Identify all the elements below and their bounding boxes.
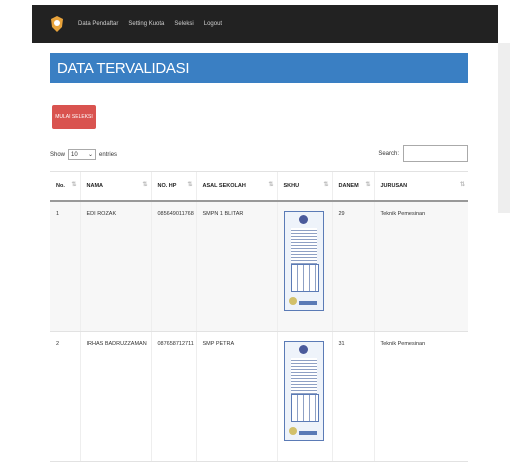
cell-skhu: [276, 331, 332, 462]
cell-danem: 31: [331, 331, 374, 462]
table-header-row: No. ⇅ NAMA ⇅ NO. HP ⇅ ASAL SEKOLAH ⇅ SKHU ⇅ D…: [50, 171, 468, 202]
header-label: NAMA: [86, 183, 104, 189]
nav-seleksi[interactable]: Seleksi: [174, 21, 193, 27]
nav-setting-kuota[interactable]: Setting Kuota: [128, 21, 164, 27]
cell-jurusan: Teknik Pemesinan: [373, 201, 468, 332]
skhu-document-thumbnail[interactable]: [283, 341, 324, 441]
cell-no: 1: [50, 201, 80, 332]
data-table: No. ⇅ NAMA ⇅ NO. HP ⇅ ASAL SEKOLAH ⇅ SKHU ⇅ D…: [50, 171, 468, 462]
nav-data-pendaftar[interactable]: Data Pendaftar: [78, 21, 118, 27]
table-controls: Show 10 ⌄ entries Search:: [50, 145, 468, 165]
search-label: Search:: [378, 150, 399, 157]
page-title: DATA TERVALIDASI: [50, 53, 468, 83]
cell-jurusan: Teknik Pemesinan: [373, 331, 468, 462]
cell-no-hp: 085649011768: [150, 201, 196, 332]
header-label: ASAL SEKOLAH: [202, 183, 246, 189]
header-label: NO. HP: [157, 183, 177, 189]
search-input[interactable]: [403, 145, 468, 162]
entries-label: entries: [99, 151, 118, 158]
header-skhu[interactable]: SKHU ⇅: [276, 171, 332, 202]
crest-icon: [298, 345, 308, 354]
header-no-hp[interactable]: NO. HP ⇅: [150, 171, 196, 202]
cell-nama: IRHAS BADRUZZAMAN: [79, 331, 151, 462]
chevron-down-icon: ⌄: [87, 152, 94, 158]
header-jurusan[interactable]: JURUSAN ⇅: [373, 171, 468, 202]
sort-icon: ⇅: [365, 182, 370, 188]
header-label: No.: [56, 183, 65, 189]
header-nama[interactable]: NAMA ⇅: [79, 171, 151, 202]
sort-icon: ⇅: [71, 182, 76, 188]
cell-asal-sekolah: SMPN 1 BLITAR: [195, 201, 277, 332]
cell-no-hp: 087658712711: [150, 331, 196, 462]
sort-icon: ⇅: [268, 182, 273, 188]
show-label: Show: [50, 151, 66, 158]
school-logo-icon: [51, 16, 63, 32]
cell-danem: 29: [331, 201, 374, 332]
header-label: JURUSAN: [380, 183, 408, 189]
main-content: DATA TERVALIDASI MULAI SELEKSI Show 10 ⌄…: [50, 53, 468, 462]
cell-skhu: [276, 201, 332, 332]
header-danem[interactable]: DANEM ⇅: [331, 171, 374, 202]
table-row: 2 IRHAS BADRUZZAMAN 087658712711 SMP PET…: [50, 331, 468, 462]
crest-icon: [298, 215, 308, 224]
entries-value: 10: [71, 151, 78, 158]
sort-icon: ⇅: [187, 182, 192, 188]
seal-icon: [288, 297, 297, 305]
table-row: 1 EDI ROZAK 085649011768 SMPN 1 BLITAR 2…: [50, 201, 468, 332]
sort-icon: ⇅: [323, 182, 328, 188]
mulai-seleksi-button[interactable]: MULAI SELEKSI: [52, 105, 96, 129]
nav-logout[interactable]: Logout: [204, 21, 222, 27]
header-no[interactable]: No. ⇅: [50, 171, 80, 202]
entries-select[interactable]: 10 ⌄: [68, 149, 97, 160]
top-navbar: Data Pendaftar Setting Kuota Seleksi Log…: [32, 5, 498, 43]
scrollbar-strip[interactable]: [498, 43, 510, 213]
sort-icon: ⇅: [142, 182, 147, 188]
show-entries: Show 10 ⌄ entries: [50, 149, 117, 160]
sort-icon: ⇅: [459, 182, 465, 188]
skhu-document-thumbnail[interactable]: [283, 211, 324, 311]
search-box: Search:: [378, 145, 468, 162]
seal-icon: [288, 427, 297, 435]
header-label: DANEM: [338, 183, 359, 189]
header-asal-sekolah[interactable]: ASAL SEKOLAH ⇅: [195, 171, 277, 202]
header-label: SKHU: [283, 183, 300, 189]
cell-asal-sekolah: SMP PETRA: [195, 331, 277, 462]
cell-no: 2: [50, 331, 80, 462]
cell-nama: EDI ROZAK: [79, 201, 151, 332]
